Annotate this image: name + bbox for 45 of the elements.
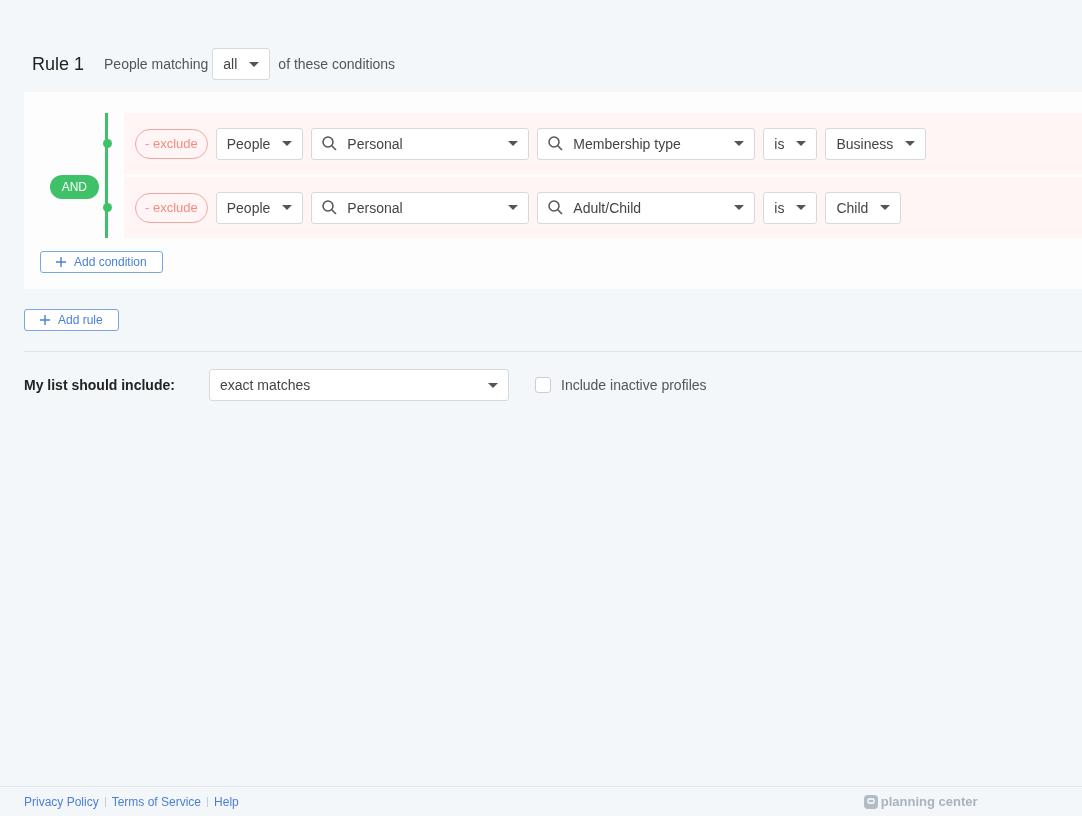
- footer-link[interactable]: Terms of Service: [111, 794, 202, 809]
- connector-dot: [103, 139, 112, 148]
- condition-select[interactable]: is: [763, 191, 818, 224]
- caret-icon: [880, 205, 891, 210]
- logo-icon: [863, 794, 878, 809]
- caret-icon: [249, 61, 260, 67]
- caret-icon: [508, 141, 519, 146]
- condition-select[interactable]: Child: [825, 191, 902, 224]
- add-rule-button[interactable]: Add rule: [24, 309, 119, 331]
- footer-link[interactable]: Privacy Policy: [24, 794, 99, 809]
- plus-icon: [40, 315, 50, 325]
- caret-icon: [734, 205, 745, 210]
- condition-select[interactable]: is: [763, 127, 818, 160]
- connector-dot: [103, 203, 112, 212]
- caret-icon: [905, 141, 916, 146]
- condition-select[interactable]: Adult/Child: [537, 191, 756, 224]
- rule-title: Rule 1: [32, 53, 85, 75]
- condition-select[interactable]: Personal: [311, 127, 530, 160]
- and-badge: AND: [49, 174, 99, 199]
- condition-select[interactable]: Business: [825, 127, 927, 160]
- plus-icon: [56, 257, 66, 267]
- caret-icon: [488, 382, 498, 388]
- logo-text: planning center: [880, 794, 978, 809]
- search-icon: [548, 200, 564, 215]
- caret-icon: [282, 141, 293, 146]
- search-icon: [322, 200, 338, 215]
- condition-select[interactable]: People: [215, 127, 304, 160]
- caret-icon: [796, 205, 807, 210]
- search-icon: [548, 136, 564, 151]
- condition-select[interactable]: People: [215, 191, 304, 224]
- conditions-label: of these conditions: [278, 56, 396, 72]
- caret-icon: [508, 205, 519, 210]
- footer-link[interactable]: Help: [214, 794, 239, 809]
- condition-select[interactable]: Personal: [311, 191, 530, 224]
- include-select[interactable]: exact matches: [209, 369, 509, 401]
- condition-select[interactable]: Membership type: [537, 127, 756, 160]
- matching-label: People matching: [104, 56, 209, 72]
- caret-icon: [734, 141, 745, 146]
- search-icon: [322, 136, 338, 151]
- add-condition-button[interactable]: Add condition: [40, 251, 163, 273]
- match-select[interactable]: all: [212, 48, 271, 80]
- caret-icon: [796, 141, 807, 146]
- include-label: My list should include:: [24, 377, 176, 393]
- checkbox-label: Include inactive profiles: [561, 377, 707, 393]
- caret-icon: [282, 205, 293, 210]
